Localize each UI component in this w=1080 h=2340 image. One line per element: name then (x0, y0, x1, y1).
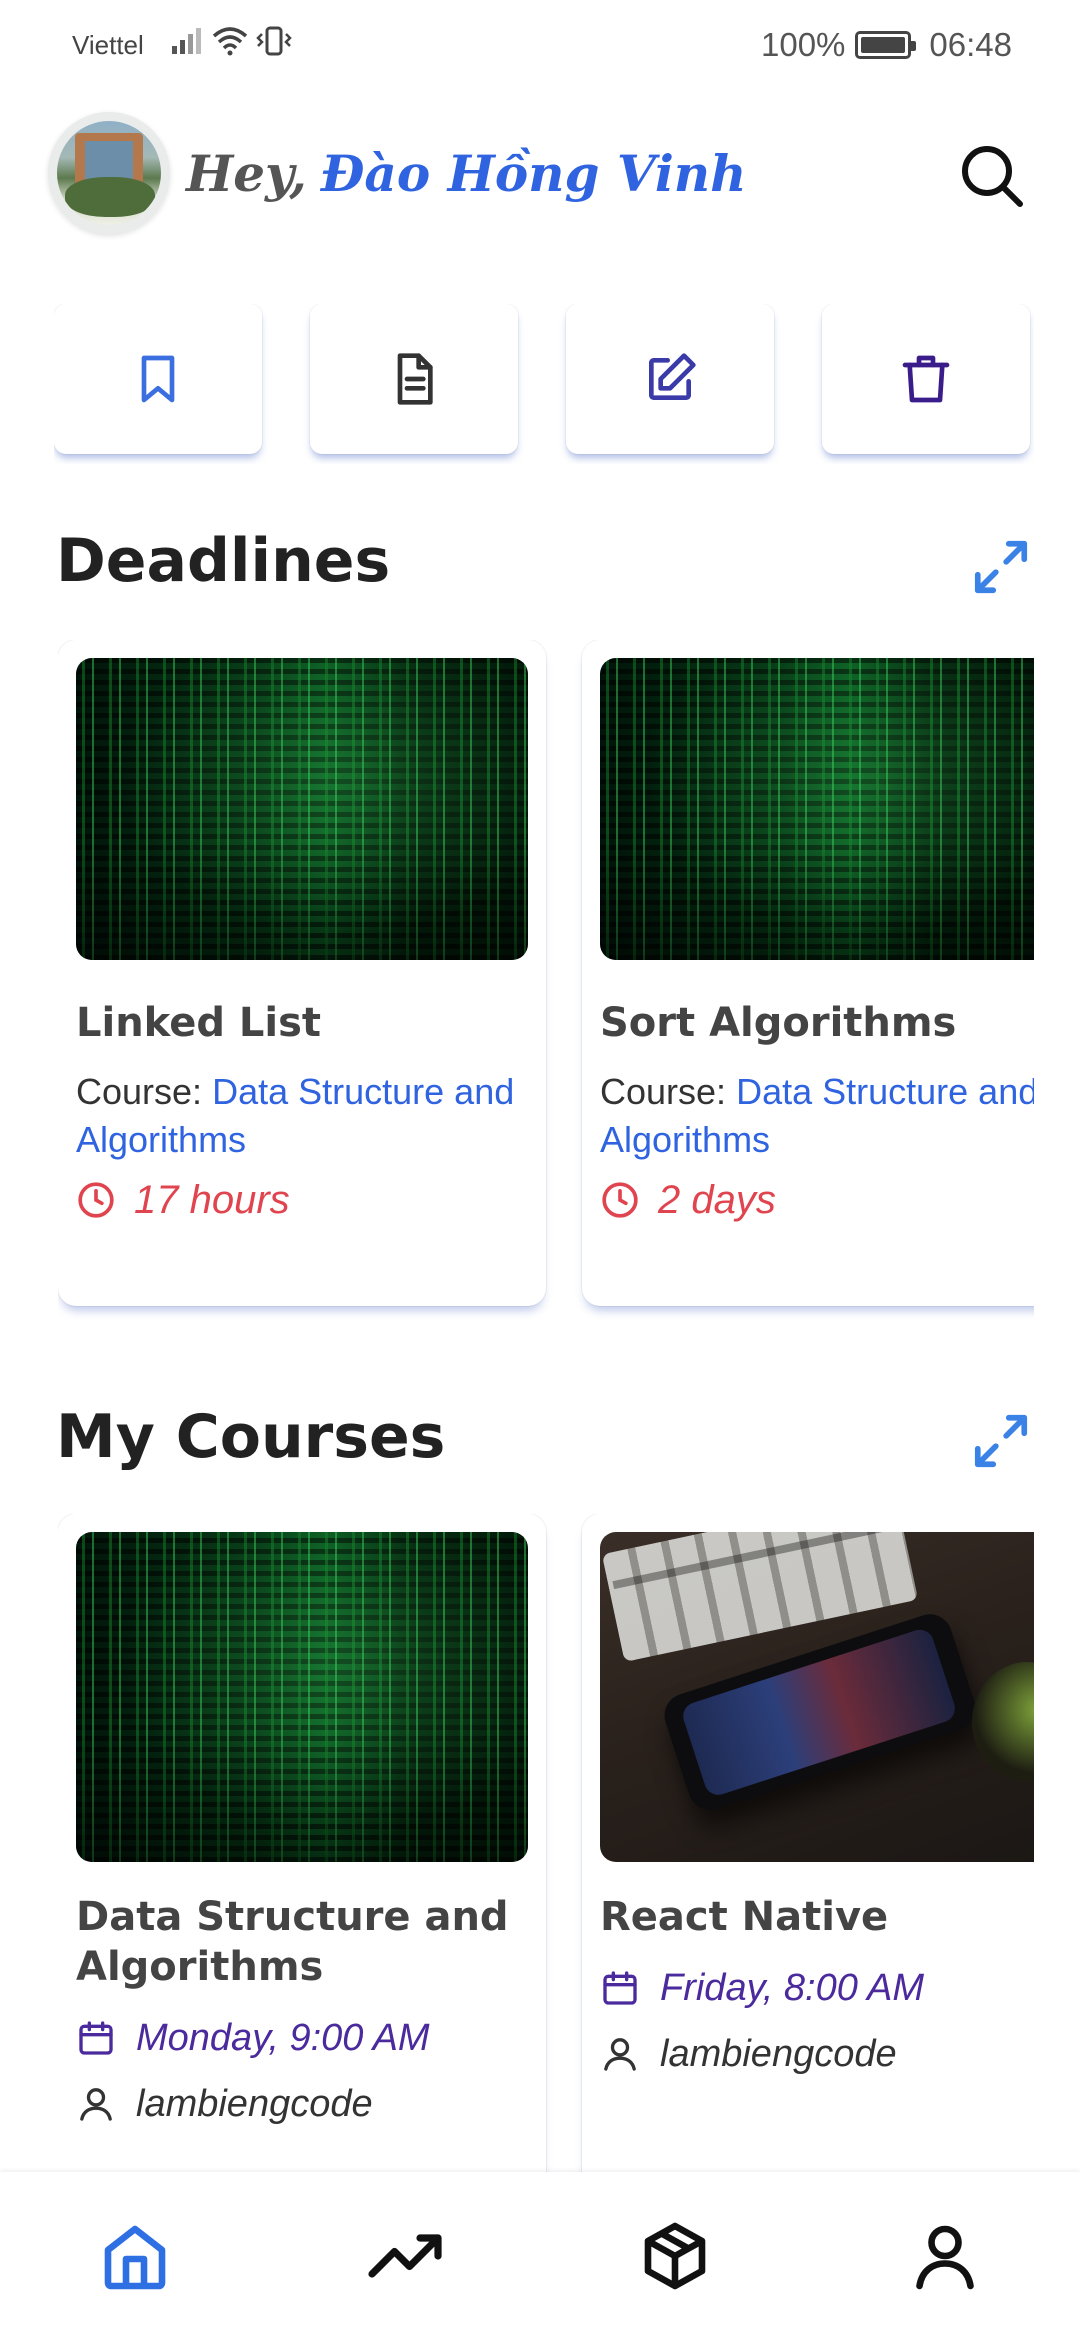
nav-profile[interactable] (810, 2172, 1080, 2340)
course-thumbnail (76, 1532, 528, 1862)
courses-list: Data Structure and Algorithms Monday, 9:… (58, 1514, 1034, 2174)
schedule-text: Friday, 8:00 AM (660, 1966, 924, 2009)
user-name: Đào Hồng Vinh (320, 144, 747, 203)
clock-icon (78, 1182, 114, 1218)
edit-icon (649, 353, 696, 400)
profile-icon (916, 2225, 974, 2290)
course-author: lambiengcode (76, 2076, 528, 2132)
deadline-due: 17 hours (76, 1172, 528, 1228)
course-schedule: Monday, 9:00 AM (76, 2010, 528, 2066)
course-thumbnail (600, 1532, 1034, 1862)
schedule-text: Monday, 9:00 AM (136, 2016, 430, 2059)
calendar-icon (603, 1971, 637, 2005)
deadlines-expand-button[interactable] (970, 536, 1032, 598)
wifi-icon (212, 27, 248, 56)
clock: 06:48 (929, 26, 1012, 63)
user-icon (80, 2088, 112, 2121)
bookmark-button[interactable] (54, 304, 262, 454)
deadline-course: Course: Data Structure and Algorithms (600, 1068, 1034, 1164)
battery-icon (855, 31, 917, 59)
greeting-prefix: Hey, (186, 144, 307, 203)
deadline-thumbnail (76, 658, 528, 960)
deadline-course: Course: Data Structure and Algorithms (76, 1068, 528, 1164)
trash-icon (902, 355, 950, 403)
bookmark-icon (141, 355, 175, 403)
status-bar: Viettel 100% 06:48 (0, 0, 1080, 92)
document-icon (397, 353, 433, 405)
bottom-nav (0, 2172, 1080, 2340)
nav-home[interactable] (0, 2172, 270, 2340)
quick-actions (54, 304, 1034, 464)
course-card[interactable]: React Native Friday, 8:00 AM lambiengcod… (582, 1514, 1034, 2174)
deadline-due: 2 days (600, 1172, 1034, 1228)
deadlines-title: Deadlines (56, 526, 391, 596)
deadline-card[interactable]: Linked List Course: Data Structure and A… (58, 640, 546, 1306)
greeting: Hey, Đào Hồng Vinh (186, 144, 747, 203)
deadline-thumbnail (600, 658, 1034, 960)
deadline-title: Linked List (76, 1000, 322, 1046)
header: Hey, Đào Hồng Vinh (0, 112, 1080, 242)
avatar[interactable] (48, 112, 170, 234)
calendar-icon (79, 2021, 113, 2055)
deadline-card[interactable]: Sort Algorithms Course: Data Structure a… (582, 640, 1034, 1306)
clock-icon (602, 1182, 638, 1218)
home-icon (104, 2225, 166, 2290)
course-card[interactable]: Data Structure and Algorithms Monday, 9:… (58, 1514, 546, 2174)
my-courses-title: My Courses (56, 1402, 446, 1472)
trending-icon (368, 2234, 442, 2278)
nav-trending[interactable] (270, 2172, 540, 2340)
course-label: Course: (76, 1071, 203, 1112)
search-button[interactable] (956, 140, 1028, 212)
course-label: Course: (600, 1071, 727, 1112)
trash-button[interactable] (822, 304, 1030, 454)
edit-button[interactable] (566, 304, 774, 454)
deadlines-list: Linked List Course: Data Structure and A… (58, 640, 1034, 1320)
author-text: lambiengcode (660, 2032, 897, 2075)
author-text: lambiengcode (136, 2082, 373, 2125)
course-title: React Native (600, 1894, 889, 1940)
course-author: lambiengcode (600, 2026, 1034, 2082)
course-schedule: Friday, 8:00 AM (600, 1960, 1034, 2016)
signal-icon (172, 28, 201, 54)
deadline-title: Sort Algorithms (600, 1000, 957, 1046)
document-button[interactable] (310, 304, 518, 454)
user-icon (604, 2038, 636, 2071)
package-icon (644, 2222, 706, 2290)
expand-icon (974, 1414, 1028, 1468)
course-title: Data Structure and Algorithms (76, 1894, 509, 1990)
due-text: 17 hours (134, 1177, 290, 1222)
carrier-label: Viettel (72, 30, 144, 60)
expand-icon (974, 540, 1028, 594)
search-icon (962, 146, 1023, 207)
due-text: 2 days (658, 1177, 776, 1222)
vibrate-icon (256, 26, 292, 56)
nav-package[interactable] (540, 2172, 810, 2340)
my-courses-expand-button[interactable] (970, 1410, 1032, 1472)
battery-percent: 100% (761, 26, 846, 63)
